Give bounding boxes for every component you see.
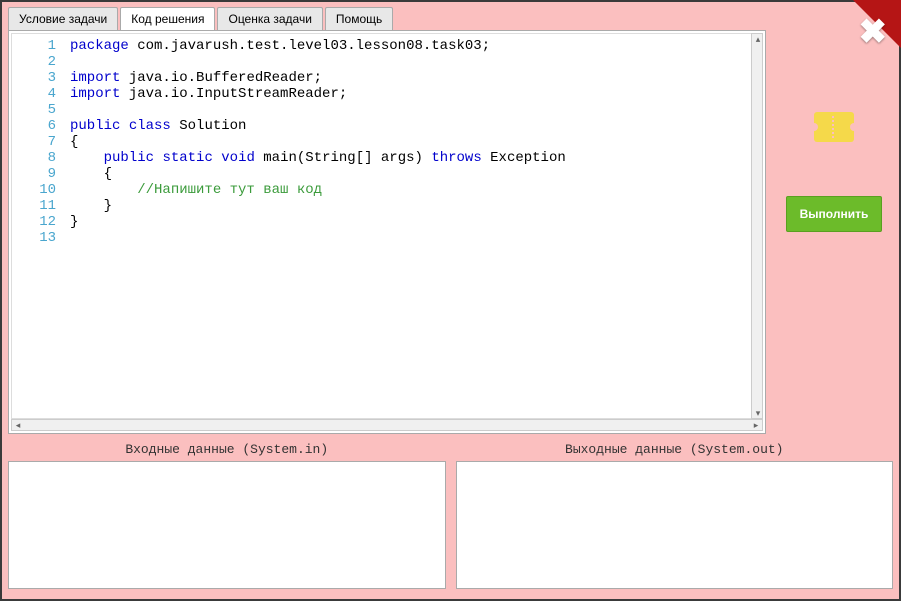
code-line[interactable]: import java.io.InputStreamReader;	[70, 86, 760, 102]
run-button[interactable]: Выполнить	[786, 196, 882, 232]
input-box[interactable]	[8, 461, 446, 589]
line-number: 10	[14, 182, 70, 198]
code-line[interactable]: {	[70, 134, 760, 150]
line-number: 3	[14, 70, 70, 86]
scroll-down-icon[interactable]: ▾	[752, 408, 764, 418]
vertical-scrollbar[interactable]: ▴ ▾	[751, 33, 763, 419]
code-line[interactable]	[70, 102, 760, 118]
line-number: 7	[14, 134, 70, 150]
code-line[interactable]: //Напишите тут ваш код	[70, 182, 760, 198]
code-line[interactable]: }	[70, 214, 760, 230]
line-number: 6	[14, 118, 70, 134]
input-label: Входные данные (System.in)	[8, 440, 446, 461]
line-number: 8	[14, 150, 70, 166]
line-number: 11	[14, 198, 70, 214]
code-editor[interactable]: 1package com.javarush.test.level03.lesso…	[8, 30, 766, 434]
scroll-up-icon[interactable]: ▴	[752, 34, 764, 44]
code-line[interactable]: public class Solution	[70, 118, 760, 134]
io-panels: Входные данные (System.in) Выходные данн…	[2, 434, 899, 595]
line-number: 12	[14, 214, 70, 230]
code-line[interactable]: }	[70, 198, 760, 214]
tab-3[interactable]: Помощь	[325, 7, 393, 30]
tab-2[interactable]: Оценка задачи	[217, 7, 322, 30]
line-number: 2	[14, 54, 70, 70]
line-number: 9	[14, 166, 70, 182]
ticket-icon	[814, 112, 854, 142]
line-number: 4	[14, 86, 70, 102]
code-line[interactable]	[70, 54, 760, 70]
scroll-left-icon[interactable]: ◂	[12, 420, 24, 430]
side-panel: Выполнить	[779, 26, 889, 232]
tab-1[interactable]: Код решения	[120, 7, 215, 30]
tab-bar: Условие задачиКод решенияОценка задачиПо…	[2, 2, 899, 30]
horizontal-scrollbar[interactable]: ◂ ▸	[11, 419, 763, 431]
tab-0[interactable]: Условие задачи	[8, 7, 118, 30]
code-line[interactable]: package com.javarush.test.level03.lesson…	[70, 38, 760, 54]
code-line[interactable]	[70, 230, 760, 246]
line-number: 13	[14, 230, 70, 246]
code-line[interactable]: import java.io.BufferedReader;	[70, 70, 760, 86]
line-number: 5	[14, 102, 70, 118]
scroll-right-icon[interactable]: ▸	[750, 420, 762, 430]
output-label: Выходные данные (System.out)	[456, 440, 894, 461]
close-button[interactable]: ✖	[859, 12, 888, 52]
line-number: 1	[14, 38, 70, 54]
output-box	[456, 461, 894, 589]
code-line[interactable]: {	[70, 166, 760, 182]
code-line[interactable]: public static void main(String[] args) t…	[70, 150, 760, 166]
